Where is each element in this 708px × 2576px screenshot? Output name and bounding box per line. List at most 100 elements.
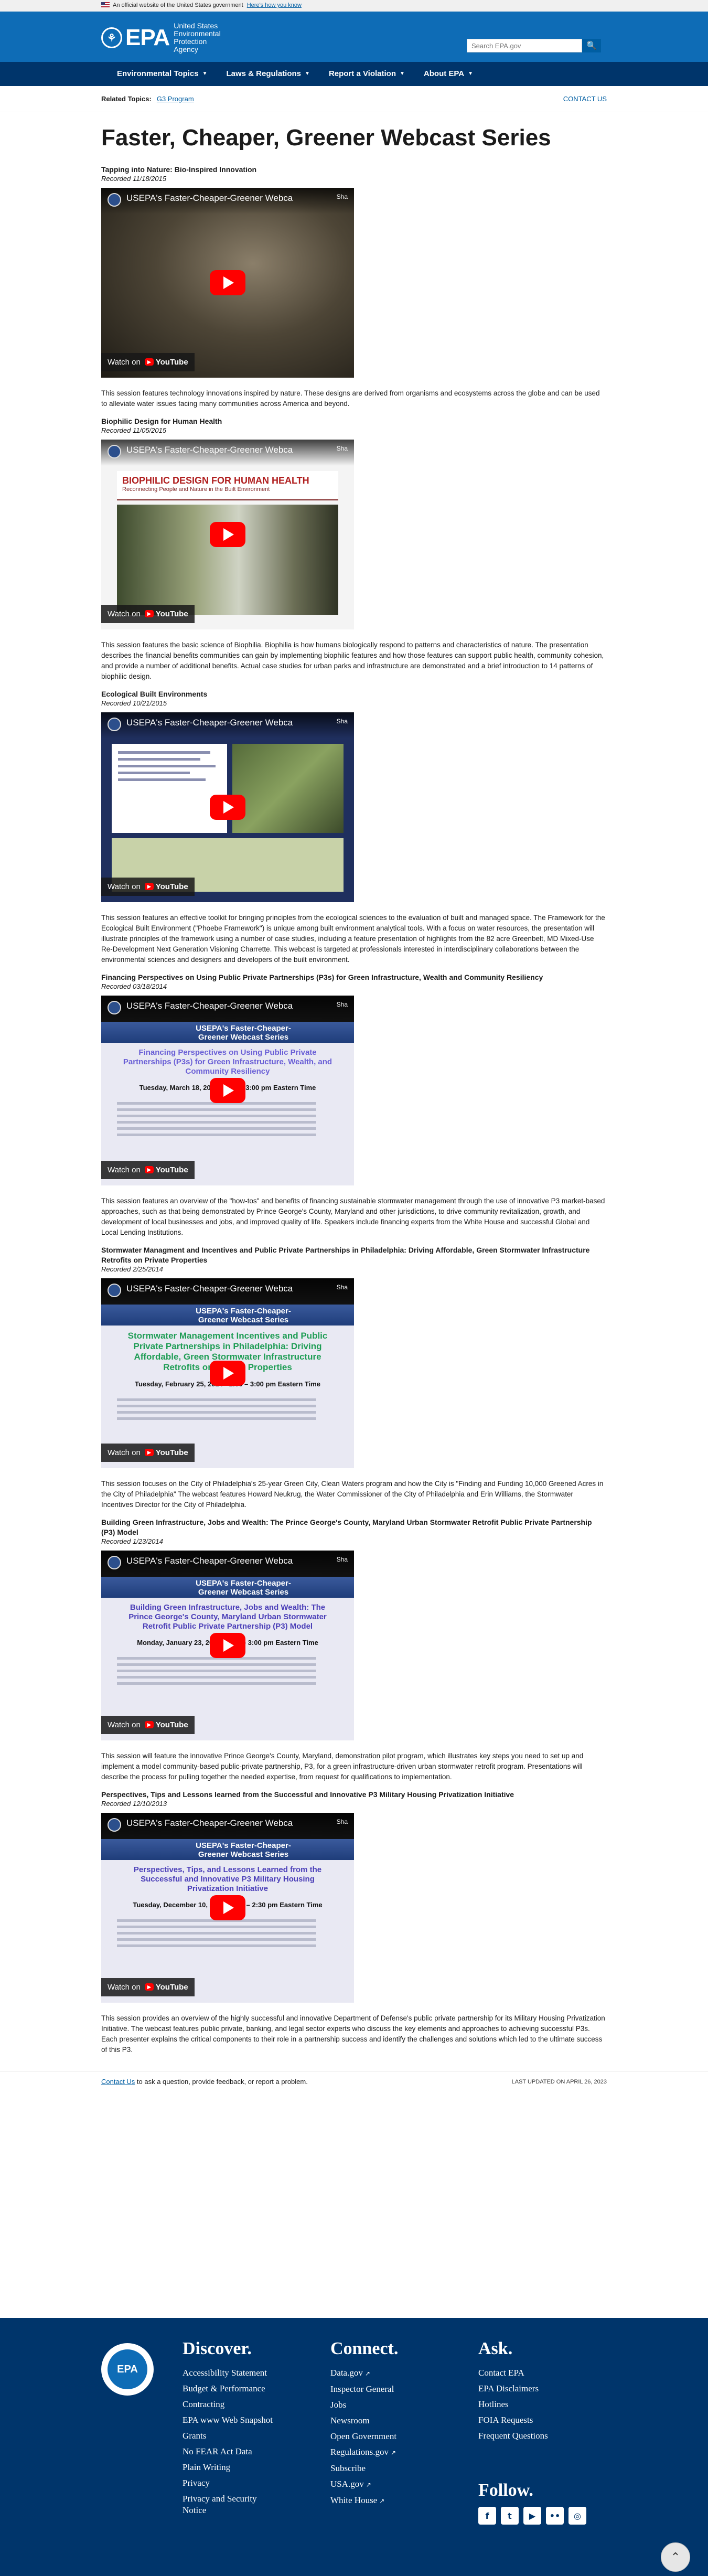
play-button[interactable] — [210, 1361, 245, 1386]
youtube-logo-icon: YouTube — [145, 1983, 188, 1992]
watch-on-youtube-button[interactable]: Watch on YouTube — [101, 878, 195, 896]
footer-link[interactable]: Privacy — [183, 2475, 277, 2491]
play-button[interactable] — [210, 1895, 245, 1920]
play-button[interactable] — [210, 795, 245, 820]
watch-on-label: Watch on — [108, 358, 141, 367]
video-title: USEPA's Faster-Cheaper-Greener Webca — [126, 1001, 293, 1011]
back-to-top-button[interactable]: ⌃ — [661, 2542, 690, 2572]
nav-report-violation[interactable]: Report a Violation ▼ — [319, 62, 414, 86]
footer-link[interactable]: USA.gov ↗ — [330, 2476, 398, 2493]
video-player[interactable]: USEPA's Faster-Cheaper-Greener Webcast S… — [101, 996, 354, 1185]
footer-link[interactable]: Subscribe — [330, 2461, 398, 2476]
play-button[interactable] — [210, 270, 245, 295]
episode-title: Stormwater Managment and Incentives and … — [101, 1246, 590, 1264]
share-button[interactable]: Sha — [337, 718, 348, 725]
footer-link[interactable]: Accessibility Statement — [183, 2365, 277, 2381]
share-button[interactable]: Sha — [337, 1284, 348, 1291]
share-button[interactable]: Sha — [337, 1556, 348, 1563]
slide-heading: Financing Perspectives on Using Public P… — [123, 1048, 332, 1076]
play-button[interactable] — [210, 1078, 245, 1103]
watch-on-label: Watch on — [108, 1448, 141, 1457]
play-button[interactable] — [210, 522, 245, 547]
footer-discover: Discover. Accessibility Statement Budget… — [183, 2339, 277, 2516]
channel-avatar-icon — [108, 445, 121, 458]
footer-link[interactable]: Data.gov ↗ — [330, 2365, 398, 2381]
slide-band: USEPA's Faster-Cheaper-Greener Webcast S… — [101, 1022, 354, 1043]
footer-link[interactable]: Frequent Questions — [478, 2428, 548, 2444]
search-input[interactable] — [467, 39, 582, 52]
slide-heading: BIOPHILIC DESIGN FOR HUMAN HEALTH — [122, 475, 309, 486]
heres-how-you-know-link[interactable]: Here's how you know — [247, 2, 302, 8]
footer-connect: Connect. Data.gov ↗ Inspector General Job… — [330, 2339, 398, 2509]
share-button[interactable]: Sha — [337, 445, 348, 452]
youtube-icon[interactable]: ▶ — [523, 2507, 541, 2525]
episode-title: Building Green Infrastructure, Jobs and … — [101, 1518, 592, 1536]
video-title-bar: USEPA's Faster-Cheaper-Greener Webca Sha — [101, 712, 354, 739]
video-player[interactable]: USEPA's Faster-Cheaper-Greener Webca Sha … — [101, 712, 354, 902]
footer-link[interactable]: Inspector General — [330, 2381, 398, 2397]
video-player[interactable]: USEPA's Faster-Cheaper-Greener Webca Sha … — [101, 188, 354, 378]
footer-link[interactable]: Contracting — [183, 2397, 277, 2412]
video-player[interactable]: USEPA's Faster-Cheaper-Greener Webcast S… — [101, 1551, 354, 1740]
footer-link[interactable]: EPA www Web Snapshot — [183, 2412, 277, 2428]
video-title: USEPA's Faster-Cheaper-Greener Webca — [126, 1818, 293, 1828]
footer-connect-heading: Connect. — [330, 2339, 399, 2358]
share-button[interactable]: Sha — [337, 1818, 348, 1825]
footer-link[interactable]: Contact EPA — [478, 2365, 548, 2381]
watch-on-label: Watch on — [108, 882, 141, 891]
instagram-icon[interactable]: ◎ — [568, 2507, 586, 2525]
last-updated: LAST UPDATED ON APRIL 26, 2023 — [511, 2078, 607, 2085]
video-player[interactable]: USEPA's Faster-Cheaper-Greener Webcast S… — [101, 1278, 354, 1468]
watch-on-youtube-button[interactable]: Watch on YouTube — [101, 1444, 195, 1462]
video-player[interactable]: BIOPHILIC DESIGN FOR HUMAN HEALTH Reconn… — [101, 440, 354, 629]
search-button[interactable]: 🔍 — [582, 39, 601, 52]
footer-link[interactable]: Newsroom — [330, 2413, 398, 2429]
epa-seal-logo[interactable]: EPA — [101, 2343, 154, 2396]
slide-speaker-list — [117, 1919, 338, 1947]
episode-description: This session focuses on the City of Phil… — [101, 1480, 604, 1509]
flickr-icon[interactable]: •• — [546, 2507, 564, 2525]
footer-link[interactable]: Grants — [183, 2428, 277, 2444]
footer-link[interactable]: Budget & Performance — [183, 2381, 277, 2397]
contact-us-link[interactable]: CONTACT US — [563, 95, 607, 103]
watch-on-youtube-button[interactable]: Watch on YouTube — [101, 605, 195, 623]
slide-band: USEPA's Faster-Cheaper-Greener Webcast S… — [101, 1305, 354, 1326]
video-title: USEPA's Faster-Cheaper-Greener Webca — [126, 1556, 293, 1566]
watch-on-label: Watch on — [108, 1166, 141, 1174]
footer-link[interactable]: Regulations.gov ↗ — [330, 2444, 398, 2461]
share-button[interactable]: Sha — [337, 193, 348, 200]
agency-name: United States Environmental Protection A… — [174, 22, 252, 54]
twitter-icon[interactable]: t — [501, 2507, 519, 2525]
nav-laws-regulations[interactable]: Laws & Regulations ▼ — [217, 62, 319, 86]
footer-link[interactable]: Privacy and Security Notice — [183, 2493, 277, 2516]
footer-discover-heading: Discover. — [183, 2339, 252, 2358]
nav-environmental-topics[interactable]: Environmental Topics ▼ — [108, 62, 217, 86]
contact-us-footer-link[interactable]: Contact Us — [101, 2078, 135, 2086]
watch-on-youtube-button[interactable]: Watch on YouTube — [101, 1716, 195, 1734]
video-player[interactable]: USEPA's Faster-Cheaper-Greener Webcast S… — [101, 1813, 354, 2003]
epa-logo[interactable]: ⚘ EPA United States Environmental Protec… — [101, 22, 252, 54]
play-button[interactable] — [210, 1633, 245, 1658]
footer-link[interactable]: FOIA Requests — [478, 2412, 548, 2428]
agency-line-2: Environmental Protection — [174, 29, 221, 46]
watch-on-youtube-button[interactable]: Watch on YouTube — [101, 1978, 195, 1996]
footer-link[interactable]: White House ↗ — [330, 2493, 398, 2509]
footer-link[interactable]: Hotlines — [478, 2397, 548, 2412]
contact-line-text: to ask a question, provide feedback, or … — [135, 2078, 308, 2086]
share-button[interactable]: Sha — [337, 1001, 348, 1008]
facebook-icon[interactable]: f — [478, 2507, 496, 2525]
footer-link[interactable]: Jobs — [330, 2397, 398, 2413]
external-link-icon: ↗ — [364, 2370, 370, 2377]
watch-on-youtube-button[interactable]: Watch on YouTube — [101, 353, 195, 371]
footer-link[interactable]: EPA Disclaimers — [478, 2381, 548, 2397]
g3-program-link[interactable]: G3 Program — [157, 95, 194, 103]
episode-description: This session features the basic science … — [101, 641, 604, 680]
footer-link[interactable]: Plain Writing — [183, 2460, 277, 2475]
watch-on-youtube-button[interactable]: Watch on YouTube — [101, 1161, 195, 1179]
footer-link[interactable]: No FEAR Act Data — [183, 2444, 277, 2460]
site-header: ⚘ EPA United States Environmental Protec… — [0, 12, 708, 62]
nav-about-epa[interactable]: About EPA ▼ — [414, 62, 482, 86]
footer-link[interactable]: Open Government — [330, 2429, 398, 2444]
episode-title: Ecological Built Environments — [101, 690, 208, 698]
slide-subheading: Reconnecting People and Nature in the Bu… — [122, 486, 270, 493]
